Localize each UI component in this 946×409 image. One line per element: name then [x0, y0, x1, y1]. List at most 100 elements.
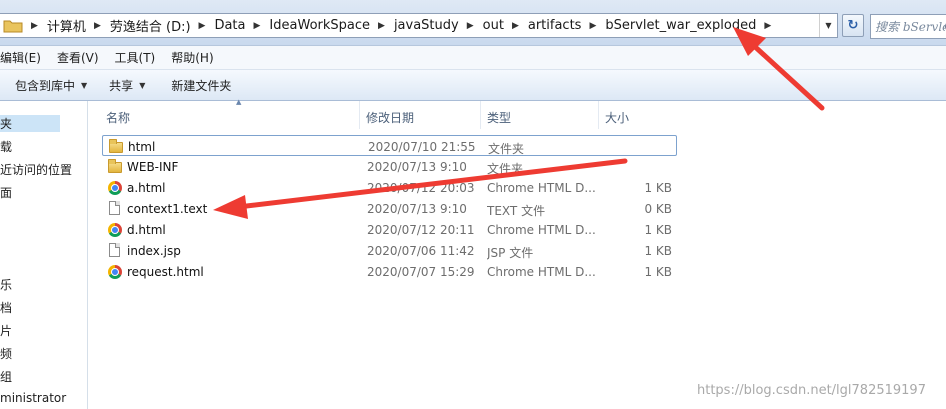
nav-item-favorites[interactable]: 夹 [0, 115, 60, 132]
breadcrumb-computer[interactable]: 计算机 [47, 16, 86, 35]
file-name: html [128, 140, 156, 154]
refresh-button[interactable]: ↻ [842, 14, 864, 37]
menu-edit[interactable]: 编辑(E) [0, 49, 49, 66]
breadcrumb-ideaworkspace[interactable]: IdeaWorkSpace [269, 18, 370, 33]
file-date: 2020/07/06 11:42 [367, 244, 475, 258]
file-date: 2020/07/10 21:55 [368, 140, 476, 154]
chevron-right-icon[interactable]: ▶ [378, 21, 385, 31]
file-date: 2020/07/12 20:03 [367, 181, 475, 195]
new-folder-label: 新建文件夹 [171, 78, 232, 93]
column-header-date[interactable]: 修改日期 [360, 101, 481, 129]
nav-item-homegroup[interactable]: 组 [0, 368, 12, 385]
new-folder-button[interactable]: 新建文件夹 [171, 77, 231, 94]
file-name: request.html [127, 265, 204, 279]
navigation-pane: 夹 载 近访问的位置 面 乐 档 片 频 组 ministrator [0, 101, 88, 409]
file-row-a-html[interactable]: a.html 2020/07/12 20:03 Chrome HTML D...… [102, 177, 677, 198]
chevron-down-icon: ▼ [825, 21, 832, 30]
file-size: 1 KB [644, 181, 672, 195]
nav-item-downloads[interactable]: 载 [0, 138, 12, 155]
file-row-html[interactable]: html 2020/07/10 21:55 文件夹 [102, 135, 677, 156]
file-type: Chrome HTML D... [487, 265, 596, 279]
column-header-size[interactable]: 大小 [599, 101, 679, 129]
folder-icon [3, 20, 23, 32]
include-in-library-button[interactable]: 包含到库中 ▼ [15, 77, 87, 94]
share-label: 共享 [109, 78, 134, 93]
file-size: 0 KB [644, 202, 672, 216]
refresh-icon: ↻ [847, 18, 859, 33]
file-name: d.html [127, 223, 166, 237]
address-history-dropdown[interactable]: ▼ [819, 14, 837, 37]
file-row-d-html[interactable]: d.html 2020/07/12 20:11 Chrome HTML D...… [102, 219, 677, 240]
column-header-size-label: 大小 [605, 111, 630, 125]
folder-icon [109, 139, 123, 153]
file-type: Chrome HTML D... [487, 223, 596, 237]
file-type: JSP 文件 [487, 246, 534, 260]
breadcrumb-data[interactable]: Data [214, 18, 245, 33]
nav-item-administrator[interactable]: ministrator [0, 391, 66, 405]
column-header-name-label: 名称 [106, 111, 131, 125]
chevron-right-icon[interactable]: ▶ [199, 21, 206, 31]
watermark: https://blog.csdn.net/lgl782519197 [697, 383, 926, 398]
chevron-right-icon[interactable]: ▶ [31, 21, 38, 31]
document-icon [109, 201, 120, 215]
chevron-right-icon[interactable]: ▶ [254, 21, 261, 31]
column-header-type[interactable]: 类型 [481, 101, 599, 129]
nav-item-music[interactable]: 乐 [0, 276, 12, 293]
folder-icon [108, 159, 122, 173]
nav-item-recent-places[interactable]: 近访问的位置 [0, 161, 72, 178]
column-header-name[interactable]: 名称 ▲ [100, 98, 360, 129]
breadcrumb-artifacts[interactable]: artifacts [528, 18, 582, 33]
command-toolbar: 包含到库中 ▼ 共享 ▼ 新建文件夹 [0, 70, 946, 101]
file-name: WEB-INF [127, 160, 179, 174]
file-date: 2020/07/07 15:29 [367, 265, 475, 279]
menu-help[interactable]: 帮助(H) [163, 49, 221, 66]
menu-tools[interactable]: 工具(T) [107, 49, 164, 66]
menu-view[interactable]: 查看(V) [49, 49, 107, 66]
breadcrumb-out[interactable]: out [483, 18, 504, 33]
file-type: 文件夹 [488, 142, 525, 156]
file-row-request-html[interactable]: request.html 2020/07/07 15:29 Chrome HTM… [102, 261, 677, 282]
breadcrumb-current-folder[interactable]: bServlet_war_exploded [605, 18, 756, 33]
include-in-library-label: 包含到库中 [15, 78, 76, 93]
column-header-type-label: 类型 [487, 111, 512, 125]
file-size: 1 KB [644, 223, 672, 237]
nav-item-pictures[interactable]: 片 [0, 322, 12, 339]
menu-bar: 编辑(E) 查看(V) 工具(T) 帮助(H) [0, 46, 946, 70]
file-size: 1 KB [644, 244, 672, 258]
nav-item-desktop[interactable]: 面 [0, 184, 12, 201]
chevron-right-icon[interactable]: ▶ [589, 21, 596, 31]
chrome-icon [108, 223, 122, 237]
file-size: 1 KB [644, 265, 672, 279]
address-bar-row: ▶ 计算机 ▶ 劳逸结合 (D:) ▶ Data ▶ IdeaWorkSpace… [0, 0, 946, 46]
chrome-icon [108, 265, 122, 279]
file-type: Chrome HTML D... [487, 181, 596, 195]
share-button[interactable]: 共享 ▼ [109, 77, 145, 94]
chevron-down-icon: ▼ [139, 80, 146, 90]
file-row-web-inf[interactable]: WEB-INF 2020/07/13 9:10 文件夹 [102, 156, 677, 177]
file-row-context1-text[interactable]: context1.text 2020/07/13 9:10 TEXT 文件 0 … [102, 198, 677, 219]
file-name: index.jsp [127, 244, 181, 258]
file-list: 名称 ▲ 修改日期 类型 大小 html 2020/07/10 21:55 文件… [89, 98, 946, 409]
file-type: TEXT 文件 [487, 204, 546, 218]
file-name: a.html [127, 181, 166, 195]
document-icon [109, 243, 120, 257]
file-row-index-jsp[interactable]: index.jsp 2020/07/06 11:42 JSP 文件 1 KB [102, 240, 677, 261]
search-input[interactable] [875, 19, 945, 34]
column-header-date-label: 修改日期 [366, 111, 415, 125]
sort-ascending-icon: ▲ [236, 98, 242, 106]
file-date: 2020/07/13 9:10 [367, 160, 467, 174]
chevron-right-icon[interactable]: ▶ [764, 21, 771, 31]
chevron-right-icon[interactable]: ▶ [94, 21, 101, 31]
file-date: 2020/07/13 9:10 [367, 202, 467, 216]
search-field[interactable] [870, 14, 946, 39]
nav-item-videos[interactable]: 频 [0, 345, 12, 362]
file-name: context1.text [127, 202, 208, 216]
breadcrumb-drive[interactable]: 劳逸结合 (D:) [110, 16, 191, 35]
breadcrumb-javastudy[interactable]: javaStudy [394, 18, 459, 33]
address-bar[interactable]: ▶ 计算机 ▶ 劳逸结合 (D:) ▶ Data ▶ IdeaWorkSpace… [0, 13, 838, 38]
chevron-right-icon[interactable]: ▶ [512, 21, 519, 31]
chrome-icon [108, 181, 122, 195]
file-type: 文件夹 [487, 162, 524, 176]
nav-item-documents[interactable]: 档 [0, 299, 12, 316]
chevron-right-icon[interactable]: ▶ [467, 21, 474, 31]
